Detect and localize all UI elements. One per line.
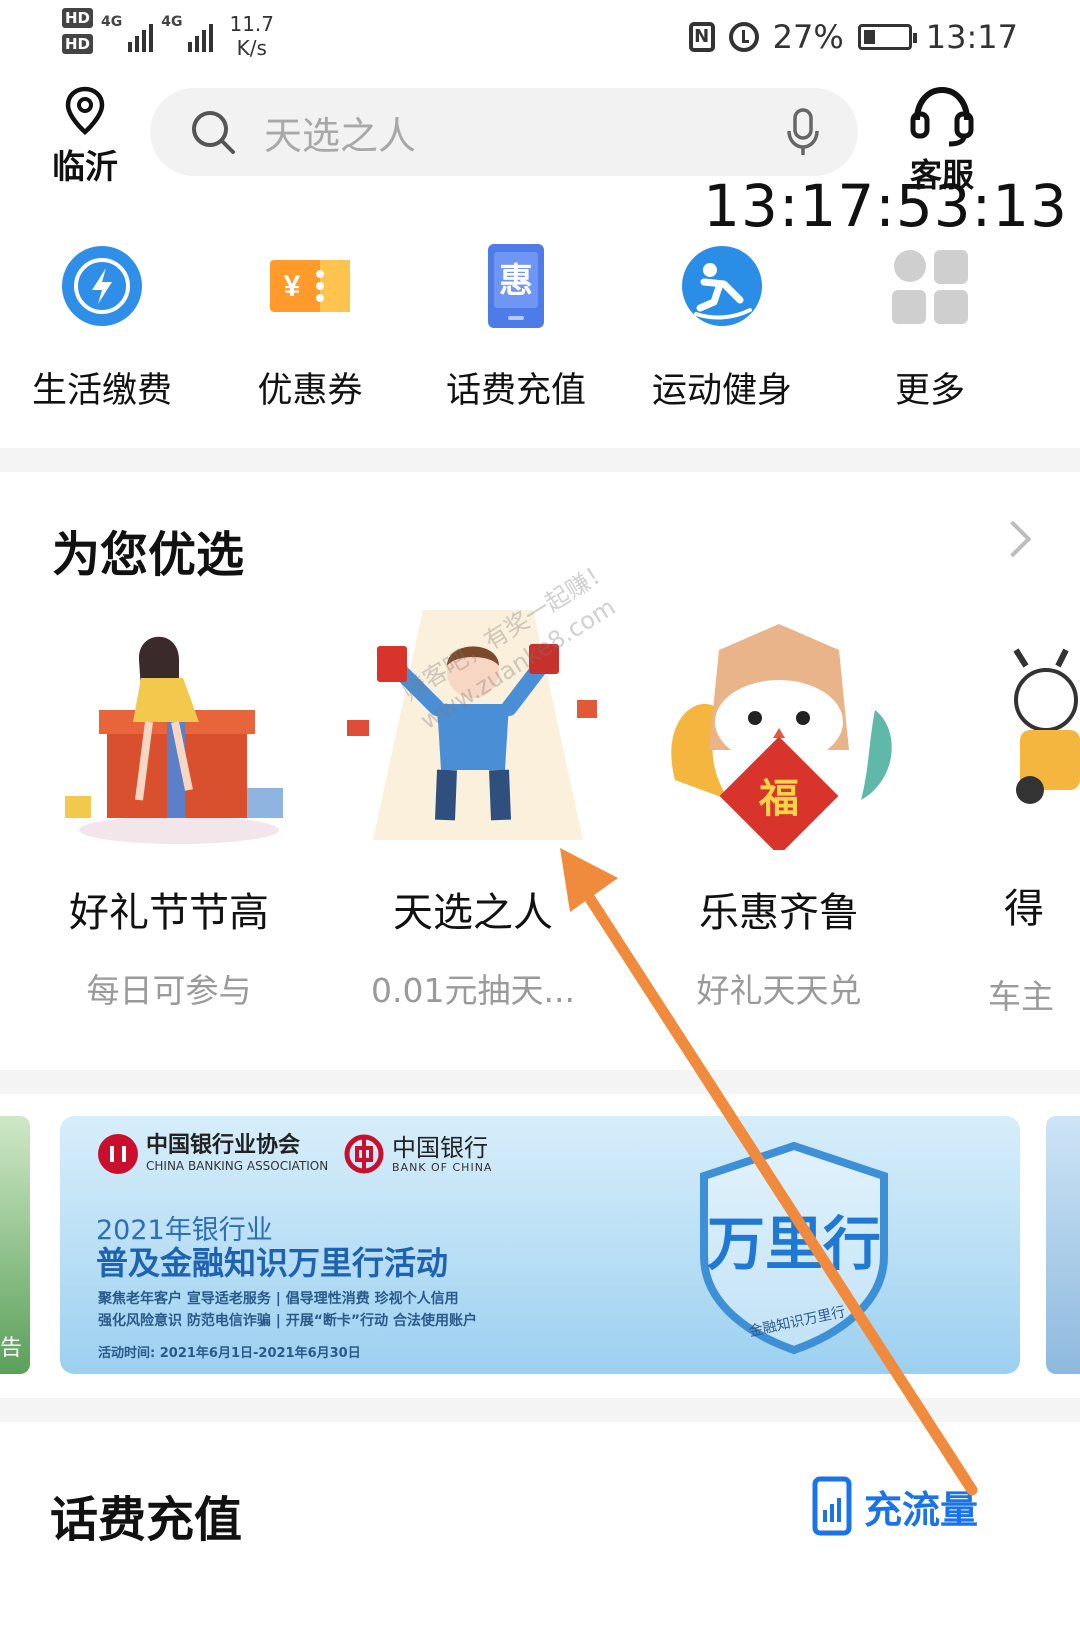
bank-of-china-emblem-icon (344, 1134, 384, 1174)
bolt-icon (62, 246, 142, 326)
status-bar: HD HD 4G 4G 11.7 K/s N 27% 13:17 (0, 0, 1080, 80)
quick-services: 生活缴费 ¥ 优惠券 惠 话费充值 运动健身 更多 (0, 238, 1080, 428)
phone-data-icon (812, 1476, 852, 1536)
signal-1: 4G (101, 14, 154, 52)
status-left: HD HD 4G 4G 11.7 K/s (62, 8, 274, 68)
data-recharge-link[interactable]: 充流量 (812, 1476, 978, 1536)
cow-illustration (1013, 648, 1080, 804)
signal-bars-icon (128, 20, 154, 52)
pick-item-lehui[interactable]: 福 乐惠齐鲁 好礼天天兑 (624, 610, 934, 1012)
search-input[interactable]: 天选之人 (264, 105, 786, 160)
hd-badge-1: HD (62, 8, 94, 28)
clock-overlay: 13:17:53:13 (703, 172, 1068, 240)
bank-of-china-logo: 中国银行 BANK OF CHINA (344, 1134, 492, 1174)
search-icon (192, 111, 235, 154)
battery-icon (857, 24, 917, 50)
discount-icon: 惠 (488, 244, 544, 328)
banner-date: 活动时间: 2021年6月1日-2021年6月30日 (98, 1346, 361, 1361)
headset-icon (910, 86, 974, 147)
grid-icon (892, 250, 968, 324)
location-selector[interactable]: 临沂 (42, 86, 128, 188)
svg-text:福: 福 (758, 776, 799, 822)
alarm-icon (728, 22, 759, 52)
svg-text:惠: 惠 (499, 261, 533, 301)
battery-percent: 27% (772, 18, 844, 56)
wanlixing-emblem-icon: 万里行 金融知识万里行 (700, 1141, 888, 1355)
service-more[interactable]: 更多 (830, 238, 1030, 413)
section-divider (0, 1070, 1080, 1094)
banner-slogan-2: 强化风险意识 防范电信诈骗 | 开展“断卡”行动 合法使用账户 (98, 1313, 478, 1329)
location-pin-icon (65, 86, 105, 136)
mascot-fortune-illustration: 福 (671, 624, 892, 856)
status-time: 13:17 (925, 18, 1018, 56)
service-phone-recharge[interactable]: 惠 话费充值 (416, 238, 616, 413)
signal-bars-icon (188, 20, 214, 52)
promo-banner[interactable]: 中国银行业协会 CHINA BANKING ASSOCIATION 中国银行 B… (60, 1116, 1020, 1374)
search-bar[interactable]: 天选之人 (150, 88, 858, 176)
banking-association-logo: 中国银行业协会 CHINA BANKING ASSOCIATION (98, 1134, 328, 1174)
signal-2: 4G (161, 14, 214, 52)
svg-text:万里行: 万里行 (707, 1210, 881, 1278)
service-life-payment[interactable]: 生活缴费 (2, 238, 202, 413)
svg-text:¥: ¥ (284, 270, 301, 303)
gift-girl-illustration (65, 636, 283, 844)
hd-badge-2: HD (62, 34, 94, 54)
network-speed: 11.7 K/s (229, 12, 275, 60)
coupon-icon: ¥ (270, 260, 350, 312)
banner-slogan-1: 聚焦老年客户 宣导适老服务 | 倡导理性消费 珍视个人信用 (98, 1291, 459, 1307)
section-divider (0, 1398, 1080, 1422)
recharge-section-title: 话费充值 (50, 1492, 243, 1548)
pick-item-gift[interactable]: 好礼节节高 每日可参与 (14, 610, 324, 1012)
chevron-right-icon[interactable] (994, 520, 1032, 558)
fitness-icon (682, 246, 762, 326)
banner-title: 普及金融知识万里行活动 (96, 1244, 449, 1282)
location-label: 临沂 (52, 147, 118, 186)
service-coupons[interactable]: ¥ 优惠券 (210, 238, 410, 413)
nfc-icon: N (688, 22, 715, 52)
status-right: N 27% 13:17 (688, 12, 1018, 62)
banner-prev-card[interactable]: 告 (0, 1116, 30, 1374)
pick-item-partial[interactable]: 得 车主 (986, 610, 1080, 1050)
association-emblem-icon (98, 1134, 138, 1174)
microphone-icon[interactable] (786, 107, 820, 157)
service-fitness[interactable]: 运动健身 (622, 238, 822, 413)
picks-title: 为您优选 (52, 527, 245, 583)
banner-next-card[interactable] (1046, 1116, 1080, 1374)
section-divider (0, 448, 1080, 472)
